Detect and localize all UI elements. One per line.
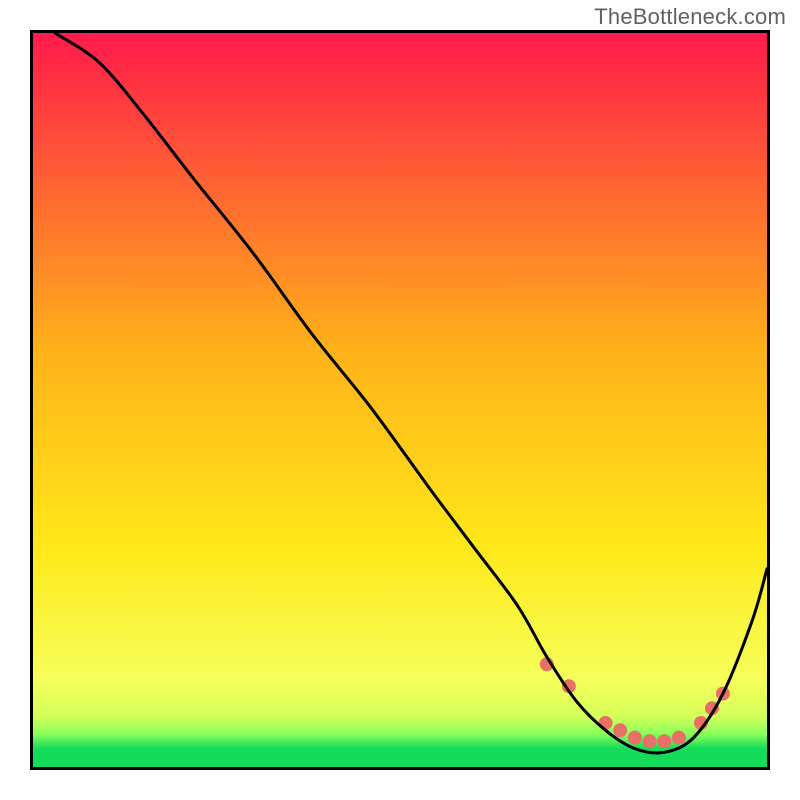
- chart-svg: [33, 33, 767, 767]
- highlight-dot: [613, 723, 627, 737]
- highlight-dot: [672, 731, 686, 745]
- highlight-dot: [657, 734, 671, 748]
- watermark-text: TheBottleneck.com: [594, 4, 786, 30]
- plot-area: [30, 30, 770, 770]
- highlight-dot: [643, 734, 657, 748]
- chart-container: TheBottleneck.com: [0, 0, 800, 800]
- gradient-rect: [33, 33, 767, 767]
- highlight-dot: [628, 731, 642, 745]
